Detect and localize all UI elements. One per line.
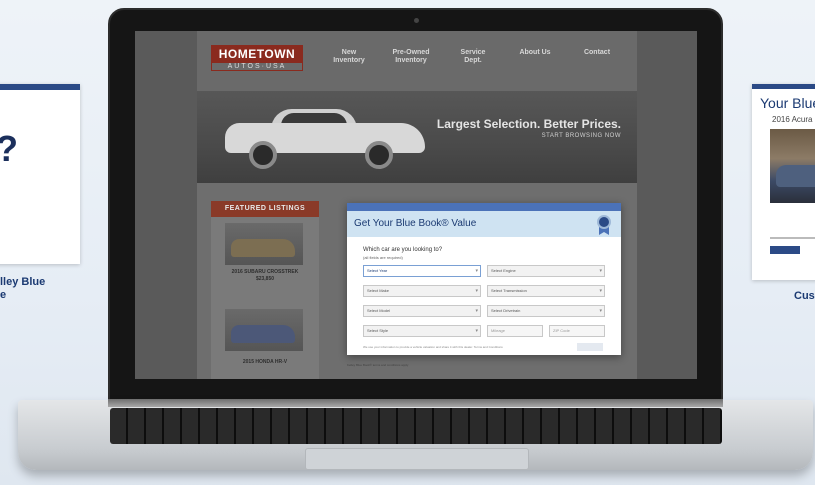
logo-top-text: HOMETOWN bbox=[211, 45, 303, 63]
mileage-input[interactable]: Mileage bbox=[487, 325, 543, 337]
featured-listings: FEATURED LISTINGS 2016 SUBARU CROSSTREK … bbox=[211, 201, 319, 379]
hero-banner: Largest Selection. Better Prices. START … bbox=[197, 91, 637, 183]
left-caption-line2: e bbox=[0, 289, 7, 301]
blue-book-modal: Get Your Blue Book® Value Which car are … bbox=[347, 203, 621, 355]
logo-bottom-text: AUTOS·USA bbox=[211, 63, 303, 71]
car-front-wheel bbox=[249, 141, 277, 169]
listing-caption[interactable]: 2015 HONDA HR-V bbox=[211, 359, 319, 366]
right-card-title: Your Blue bbox=[760, 95, 815, 111]
laptop-hinge bbox=[108, 399, 723, 407]
select-style[interactable]: Select Style bbox=[363, 325, 481, 337]
ribbon-medal bbox=[597, 215, 611, 229]
get-value-button[interactable] bbox=[577, 343, 603, 351]
modal-question-sub: (all fields are required) bbox=[363, 255, 403, 260]
modal-title: Get Your Blue Book® Value bbox=[347, 211, 621, 237]
left-caption-line1: lley Blue bbox=[0, 276, 46, 288]
car-rear-wheel bbox=[365, 141, 393, 169]
select-engine[interactable]: Select Engine bbox=[487, 265, 605, 277]
select-model[interactable]: Select Model bbox=[363, 305, 481, 317]
laptop-trackpad bbox=[305, 448, 529, 470]
right-card-car-photo bbox=[770, 129, 815, 203]
right-side-card: Your Blue 2016 Acura R bbox=[752, 84, 815, 280]
select-drivetrain[interactable]: Select Drivetrain bbox=[487, 305, 605, 317]
side-card-question-mark: ? bbox=[0, 128, 18, 170]
right-card-divider bbox=[770, 237, 815, 239]
featured-listings-header: FEATURED LISTINGS bbox=[211, 201, 319, 217]
site-header: HOMETOWN AUTOS·USA New Inventory Pre-Own… bbox=[197, 31, 637, 91]
select-make[interactable]: Select Make bbox=[363, 285, 481, 297]
right-card-kbb-logo bbox=[770, 246, 800, 254]
nav-service-dept[interactable]: Service Dept. bbox=[451, 49, 495, 65]
laptop-screen: HOMETOWN AUTOS·USA New Inventory Pre-Own… bbox=[135, 31, 697, 379]
webcam-icon bbox=[414, 18, 419, 23]
right-side-caption: Cus bbox=[794, 290, 815, 302]
listing-thumb-subaru[interactable] bbox=[225, 223, 303, 265]
modal-top-bar bbox=[347, 203, 621, 211]
select-transmission[interactable]: Select Transmission bbox=[487, 285, 605, 297]
left-side-caption: lley Blue e bbox=[0, 276, 45, 302]
nav-pre-owned-inventory[interactable]: Pre-Owned Inventory bbox=[389, 49, 433, 65]
hero-car-image bbox=[225, 105, 425, 173]
nav-new-inventory[interactable]: New Inventory bbox=[327, 49, 371, 65]
listing-title: 2016 SUBARU CROSSTREK bbox=[231, 269, 299, 275]
hero-title: Largest Selection. Better Prices. bbox=[436, 117, 621, 131]
page-footer-note: Kelley Blue Book® terms and conditions a… bbox=[347, 363, 409, 367]
listing-title: 2015 HONDA HR-V bbox=[242, 359, 288, 365]
nav-contact[interactable]: Contact bbox=[575, 49, 619, 65]
site-nav: New Inventory Pre-Owned Inventory Servic… bbox=[327, 49, 619, 65]
listing-caption[interactable]: 2016 SUBARU CROSSTREK $23,850 bbox=[211, 269, 319, 283]
nav-about-us[interactable]: About Us bbox=[513, 49, 557, 65]
select-year[interactable]: Select Year bbox=[363, 265, 481, 277]
site-logo[interactable]: HOMETOWN AUTOS·USA bbox=[211, 45, 303, 73]
listing-price: $23,850 bbox=[255, 276, 275, 282]
listing-thumb-honda[interactable] bbox=[225, 309, 303, 351]
modal-question: Which car are you looking to? bbox=[363, 247, 443, 253]
zip-input[interactable]: ZIP Code bbox=[549, 325, 605, 337]
hero-cta-link[interactable]: START BROWSING NOW bbox=[542, 133, 621, 139]
laptop-keyboard bbox=[110, 408, 722, 444]
kbb-award-ribbon-icon bbox=[595, 215, 613, 235]
modal-fine-print: We use your information to provide a veh… bbox=[363, 345, 503, 349]
right-card-subtitle: 2016 Acura R bbox=[772, 115, 815, 124]
left-side-card: ? bbox=[0, 84, 80, 264]
